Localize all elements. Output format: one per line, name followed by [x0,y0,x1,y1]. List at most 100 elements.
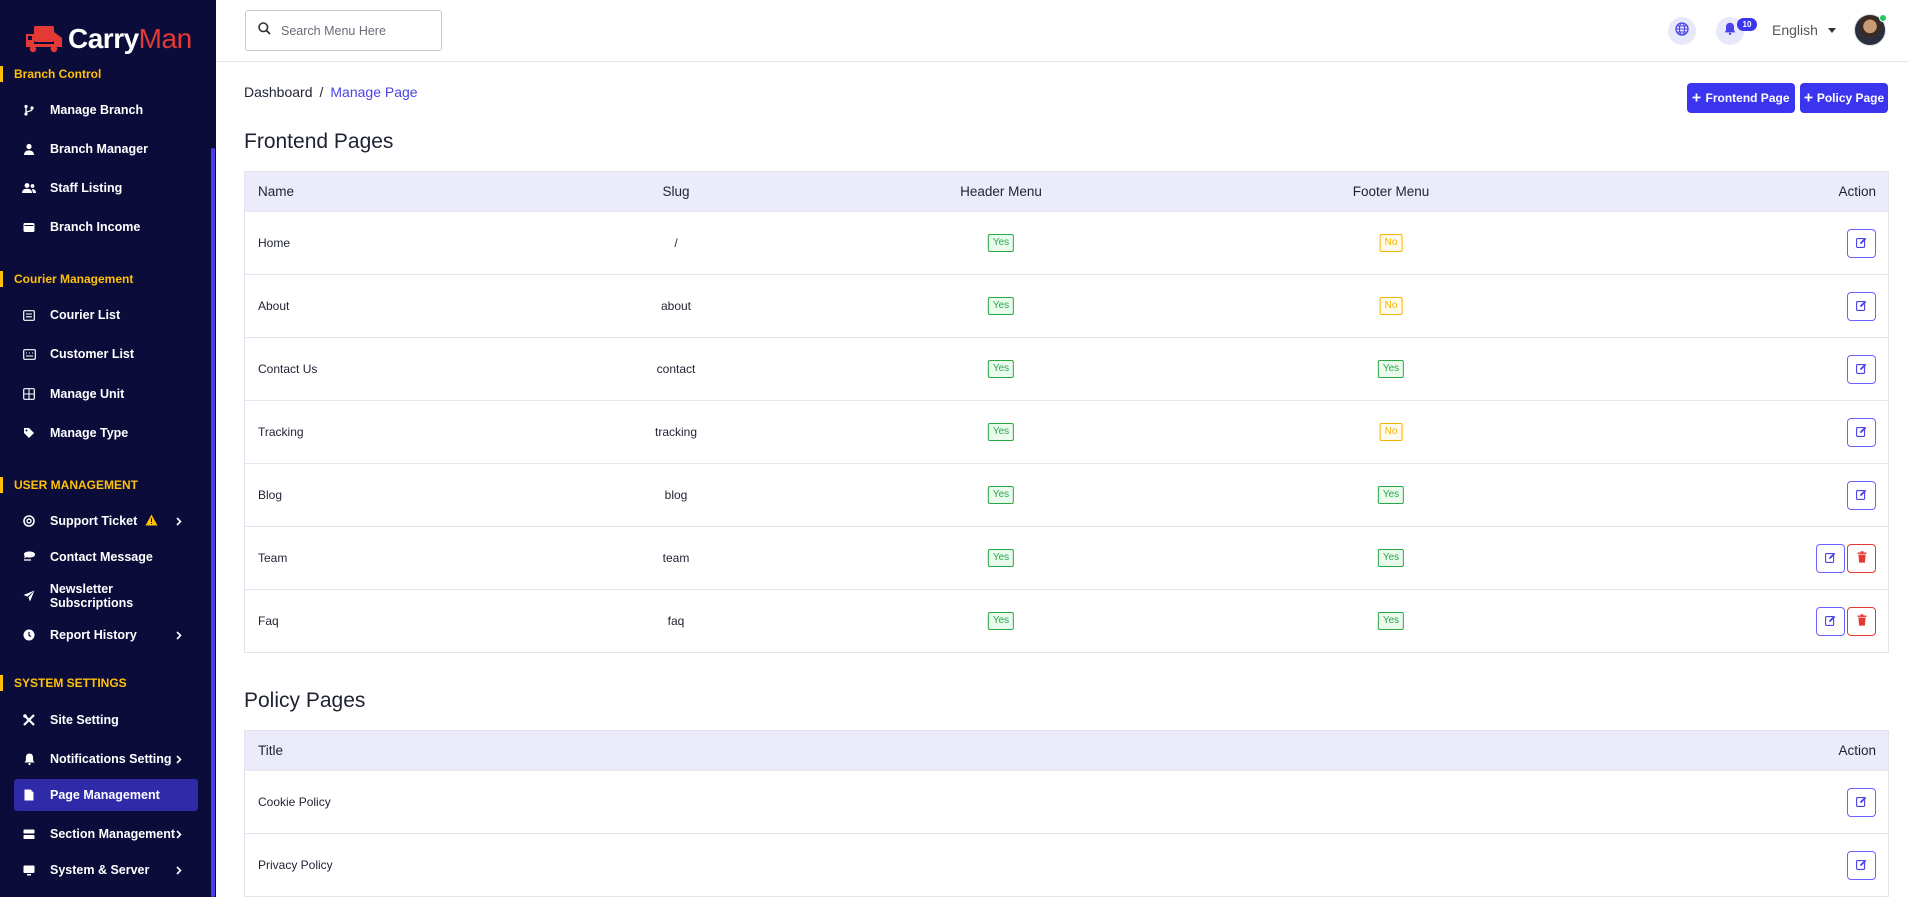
policy-pages-title: Policy Pages [244,689,366,712]
search-icon [258,21,271,40]
chevron-right-icon [176,864,182,878]
sidebar-item-staff-listing[interactable]: Staff Listing [14,172,198,204]
table-row: Team team Yes Yes [245,526,1888,589]
sidebar-item-courier-list[interactable]: Courier List [14,299,198,331]
edit-button[interactable] [1816,607,1845,636]
search-input[interactable] [281,23,431,38]
header-menu-badge: Yes [987,549,1015,567]
language-selector[interactable]: English [1772,22,1836,38]
sidebar-item-contact-message[interactable]: Contact Message [14,541,198,573]
table-row: Tracking tracking Yes No [245,400,1888,463]
edit-button[interactable] [1847,229,1876,258]
sidebar-item-manage-type[interactable]: Manage Type [14,417,198,449]
sidebar-item-support-ticket[interactable]: Support Ticket [14,505,198,537]
row-slug: tracking [654,425,698,439]
add-policy-page-label: Policy Page [1816,91,1885,105]
edit-button[interactable] [1847,481,1876,510]
table-row: Faq faq Yes Yes [245,589,1888,652]
section-branch-control: Branch Control [0,63,101,85]
truck-logo-icon [24,22,64,56]
chevron-right-icon [176,753,182,767]
chevron-right-icon [176,828,182,842]
table-row: Privacy Policy [245,833,1888,896]
sidebar: CarryMan Branch Control Manage Branch Br… [0,0,216,897]
col-action-header: Action [1838,184,1876,199]
sidebar-item-manage-unit[interactable]: Manage Unit [14,378,198,410]
comment-icon [22,550,36,564]
support-icon [22,514,36,528]
header-menu-badge: Yes [987,612,1015,630]
edit-icon [1856,796,1867,810]
edit-button[interactable] [1816,544,1845,573]
table-row: About about Yes No [245,274,1888,337]
sidebar-item-branch-manager[interactable]: Branch Manager [14,133,198,165]
frontend-pages-table: Name Slug Header Menu Footer Menu Action… [244,171,1889,653]
sidebar-item-customer-list[interactable]: Customer List [14,338,198,370]
search-box[interactable] [245,10,442,51]
edit-icon [1856,237,1867,251]
edit-icon [1825,615,1836,629]
row-name: Faq [258,614,279,628]
col-footer-menu-header: Footer Menu [1352,184,1430,199]
section-courier-management: Courier Management [0,268,133,290]
delete-button[interactable] [1847,544,1876,573]
policy-pages-table: Title Action Cookie Policy Privacy Polic… [244,730,1889,897]
edit-button[interactable] [1847,355,1876,384]
header-menu-badge: Yes [987,234,1015,252]
edit-button[interactable] [1847,292,1876,321]
row-slug: / [674,236,678,250]
chevron-right-icon [176,515,182,529]
language-label: English [1772,22,1818,38]
add-policy-page-button[interactable]: Policy Page [1800,83,1888,113]
edit-button[interactable] [1847,418,1876,447]
col-title-header: Title [258,743,284,758]
footer-menu-badge: No [1379,297,1403,315]
sidebar-item-site-setting[interactable]: Site Setting [14,704,198,736]
grid-icon [22,387,36,401]
sidebar-item-system-server[interactable]: System & Server [14,854,198,886]
edit-button[interactable] [1847,851,1876,880]
sidebar-item-label: Support Ticket [50,514,138,528]
row-slug: contact [656,362,696,376]
sidebar-item-notifications-setting[interactable]: Notifications Setting [14,743,198,775]
add-frontend-page-button[interactable]: Frontend Page [1687,83,1795,113]
table-header: Name Slug Header Menu Footer Menu Action [245,172,1888,211]
col-header-menu-header: Header Menu [960,184,1042,199]
sidebar-item-label: Courier List [50,308,121,322]
chevron-right-icon [176,629,182,643]
sidebar-item-report-history[interactable]: Report History [14,619,198,651]
sidebar-item-newsletter-subscriptions[interactable]: Newsletter Subscriptions [14,580,198,612]
edit-icon [1856,489,1867,503]
sidebar-item-manage-branch[interactable]: Manage Branch [14,94,198,126]
section-user-management: USER MANAGEMENT [0,474,138,496]
row-name: Tracking [258,425,304,439]
breadcrumb-dashboard[interactable]: Dashboard [244,84,313,100]
footer-menu-badge: Yes [1377,549,1405,567]
edit-icon [1856,363,1867,377]
top-bar [216,0,1909,62]
warning-icon [145,514,158,529]
tag-icon [22,426,36,440]
user-avatar[interactable] [1854,14,1887,46]
brand-man: Man [138,23,192,54]
table-header: Title Action [245,731,1888,770]
header-menu-badge: Yes [987,423,1015,441]
breadcrumb: Dashboard / Manage Page [244,84,418,100]
row-name: Blog [258,488,283,502]
paper-plane-icon [22,589,36,603]
layers-icon [22,827,36,841]
wallet-icon [22,220,36,234]
sidebar-item-branch-income[interactable]: Branch Income [14,211,198,243]
carryman-logo[interactable]: CarryMan [24,18,192,60]
edit-button[interactable] [1847,788,1876,817]
sidebar-item-section-management[interactable]: Section Management [14,818,198,850]
sidebar-item-page-management[interactable]: Page Management [14,779,198,811]
globe-button[interactable] [1668,17,1696,45]
row-name: About [258,299,290,313]
delete-button[interactable] [1847,607,1876,636]
sidebar-item-label: Contact Message [50,550,153,564]
sidebar-scrollbar[interactable] [211,148,215,897]
sidebar-item-label: Branch Income [50,220,141,234]
sidebar-item-label: Manage Branch [50,103,144,117]
list-icon [22,308,36,322]
